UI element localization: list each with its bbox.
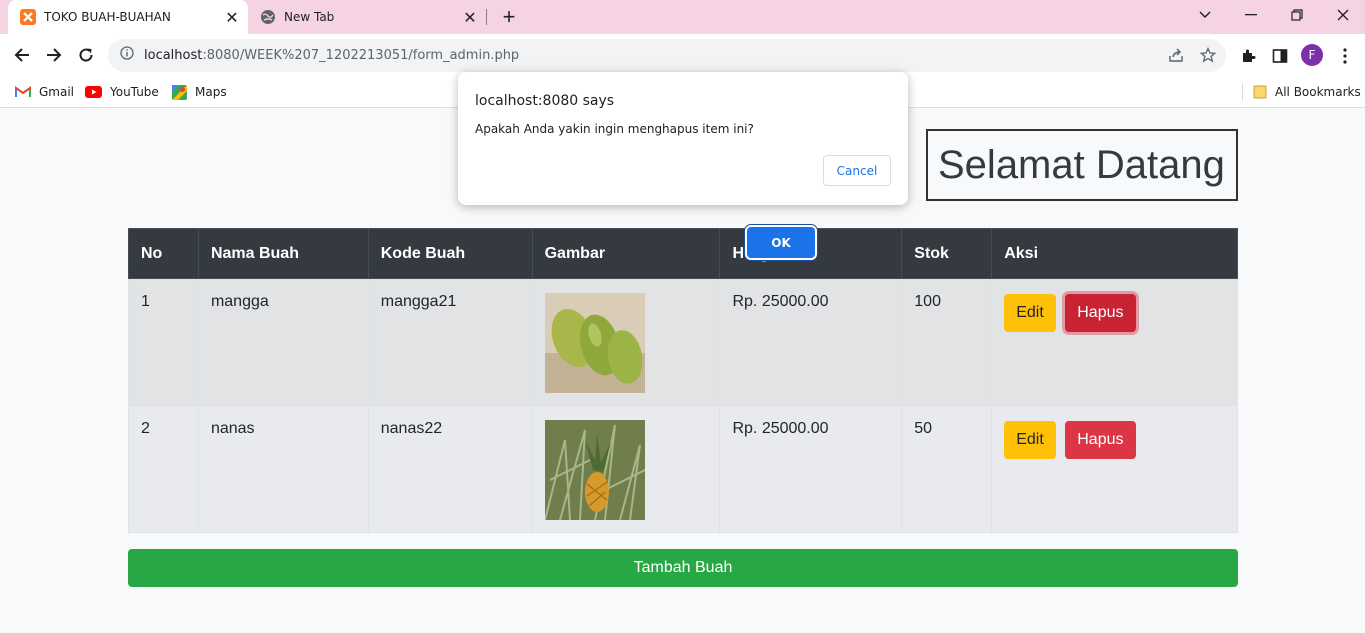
welcome-banner: Selamat Datang di Toko Buah bbox=[926, 129, 1238, 201]
cell-harga: Rp. 25000.00 bbox=[719, 278, 903, 406]
header-no: No bbox=[128, 228, 199, 279]
cell-harga: Rp. 25000.00 bbox=[719, 405, 903, 533]
mango-image bbox=[544, 293, 645, 393]
bookmarks-separator bbox=[1242, 83, 1243, 101]
back-arrow-icon[interactable] bbox=[7, 40, 37, 70]
cell-gambar bbox=[531, 405, 721, 533]
bookmark-label: YouTube bbox=[110, 85, 159, 99]
address-bar[interactable]: localhost:8080/WEEK%207_1202213051/form_… bbox=[108, 39, 1226, 72]
url-path: :8080/WEEK%207_1202213051/form_admin.php bbox=[202, 48, 520, 63]
cell-stok: 100 bbox=[901, 278, 993, 406]
table-row: 2 nanas nanas22 Rp. 25000.00 50 Edit Hap… bbox=[128, 405, 1238, 533]
cell-gambar bbox=[531, 278, 721, 406]
table-row: 1 mangga mangga21 Rp. 25000.00 100 Edit … bbox=[128, 278, 1238, 406]
delete-button[interactable]: Hapus bbox=[1065, 294, 1136, 332]
tab-toko-buah[interactable]: TOKO BUAH-BUAHAN ✕ bbox=[8, 0, 248, 34]
forward-arrow-icon[interactable] bbox=[39, 40, 69, 70]
header-stok: Stok bbox=[901, 228, 993, 279]
xampp-icon bbox=[20, 9, 36, 25]
star-icon[interactable] bbox=[1198, 45, 1218, 65]
extensions-icon[interactable] bbox=[1237, 45, 1259, 67]
url-text: localhost:8080/WEEK%207_1202213051/form_… bbox=[144, 48, 519, 63]
all-bookmarks[interactable]: All Bookmarks bbox=[1253, 82, 1361, 102]
bookmark-youtube[interactable]: YouTube bbox=[85, 82, 159, 102]
add-fruit-button[interactable]: Tambah Buah bbox=[128, 549, 1238, 587]
share-icon[interactable] bbox=[1166, 45, 1186, 65]
minimize-icon[interactable] bbox=[1228, 0, 1274, 30]
header-nama-buah: Nama Buah bbox=[197, 228, 369, 279]
edit-button[interactable]: Edit bbox=[1004, 294, 1056, 332]
pineapple-image bbox=[544, 420, 645, 520]
bookmark-label: Gmail bbox=[39, 85, 75, 99]
bookmark-label: Maps bbox=[195, 85, 227, 99]
reload-icon[interactable] bbox=[71, 40, 101, 70]
edit-button[interactable]: Edit bbox=[1004, 421, 1056, 459]
header-aksi: Aksi bbox=[991, 228, 1238, 279]
tab-title: TOKO BUAH-BUAHAN bbox=[44, 10, 171, 24]
tab-strip: TOKO BUAH-BUAHAN ✕ New Tab ✕ + bbox=[0, 0, 1365, 34]
cell-no: 2 bbox=[128, 405, 199, 533]
dialog-title: localhost:8080 says bbox=[475, 93, 615, 109]
url-host: localhost bbox=[144, 48, 203, 63]
side-panel-icon[interactable] bbox=[1269, 45, 1291, 67]
close-icon[interactable]: ✕ bbox=[460, 7, 480, 27]
close-window-icon[interactable] bbox=[1320, 0, 1365, 30]
browser-toolbar: localhost:8080/WEEK%207_1202213051/form_… bbox=[0, 34, 1365, 77]
all-bookmarks-label: All Bookmarks bbox=[1275, 85, 1361, 99]
cell-kode: mangga21 bbox=[367, 278, 533, 406]
ok-button[interactable]: OK bbox=[747, 227, 815, 258]
bookmark-gmail[interactable]: Gmail bbox=[15, 82, 74, 102]
cell-nama: mangga bbox=[197, 278, 369, 406]
header-kode-buah: Kode Buah bbox=[367, 228, 533, 279]
cell-stok: 50 bbox=[901, 405, 993, 533]
fruit-table: No Nama Buah Kode Buah Gambar Harga Jual… bbox=[128, 228, 1238, 533]
cell-no: 1 bbox=[128, 278, 199, 406]
welcome-text: Selamat Datang di Toko Buah bbox=[938, 143, 1236, 187]
menu-dots-icon[interactable] bbox=[1334, 45, 1356, 67]
info-icon[interactable] bbox=[120, 46, 134, 65]
tab-search-icon[interactable] bbox=[1182, 0, 1228, 30]
cancel-button[interactable]: Cancel bbox=[823, 155, 891, 186]
cell-kode: nanas22 bbox=[367, 405, 533, 533]
delete-button[interactable]: Hapus bbox=[1065, 421, 1136, 459]
globe-icon bbox=[260, 9, 276, 25]
confirm-dialog: localhost:8080 says Apakah Anda yakin in… bbox=[458, 72, 908, 258]
tab-new-tab[interactable]: New Tab ✕ bbox=[252, 0, 486, 34]
cell-aksi: Edit Hapus bbox=[991, 278, 1238, 406]
cell-nama: nanas bbox=[197, 405, 369, 533]
profile-avatar[interactable]: F bbox=[1301, 44, 1323, 66]
folder-icon bbox=[1253, 85, 1267, 99]
cell-aksi: Edit Hapus bbox=[991, 405, 1238, 533]
header-gambar: Gambar bbox=[531, 228, 721, 279]
tab-title: New Tab bbox=[284, 10, 335, 24]
maps-icon bbox=[172, 84, 187, 100]
gmail-icon bbox=[15, 86, 31, 98]
table-header-row: No Nama Buah Kode Buah Gambar Harga Jual… bbox=[128, 228, 1238, 279]
new-tab-icon[interactable]: + bbox=[498, 4, 520, 29]
close-icon[interactable]: ✕ bbox=[222, 7, 242, 27]
bookmark-maps[interactable]: Maps bbox=[172, 82, 227, 102]
dialog-message: Apakah Anda yakin ingin menghapus item i… bbox=[475, 122, 754, 136]
restore-icon[interactable] bbox=[1274, 0, 1320, 30]
youtube-icon bbox=[85, 86, 102, 98]
tab-separator bbox=[486, 9, 487, 25]
